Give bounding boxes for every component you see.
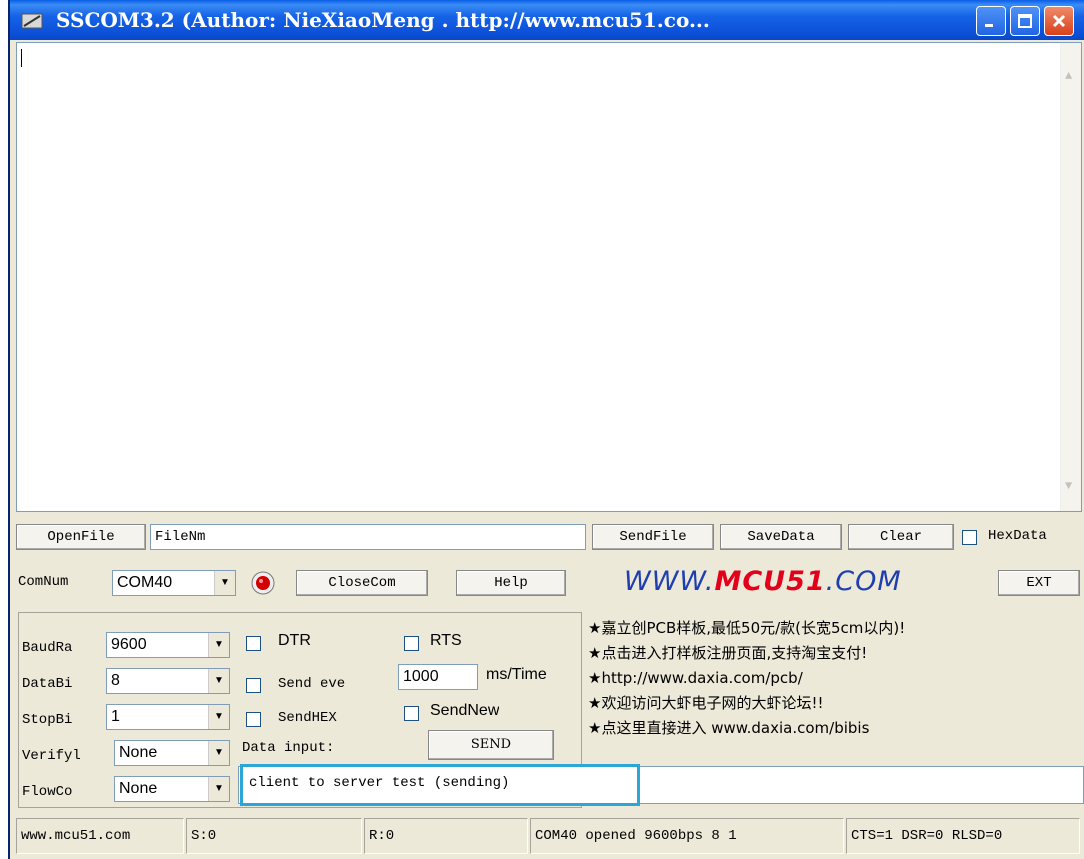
send-file-button[interactable]: SendFile xyxy=(592,524,714,550)
chevron-down-icon[interactable]: ▼ xyxy=(208,633,229,657)
chevron-down-icon[interactable]: ▼ xyxy=(208,669,229,693)
scroll-up-icon[interactable]: ▲ xyxy=(1065,69,1072,83)
send-new-checkbox[interactable] xyxy=(404,706,419,721)
stop-bits-select[interactable]: 1 ▼ xyxy=(106,704,230,730)
window-title: SSCOM3.2 (Author: NieXiaoMeng . http://w… xyxy=(56,8,710,32)
save-data-button[interactable]: SaveData xyxy=(720,524,842,550)
rts-label: RTS xyxy=(430,632,462,649)
baud-rate-value: 9600 xyxy=(111,636,147,653)
chevron-down-icon[interactable]: ▼ xyxy=(208,741,229,765)
status-sent-count: S:0 xyxy=(186,818,362,854)
verify-select[interactable]: None ▼ xyxy=(114,740,230,766)
chevron-down-icon[interactable]: ▼ xyxy=(208,777,229,801)
chevron-down-icon[interactable]: ▼ xyxy=(208,705,229,729)
close-icon xyxy=(1052,14,1066,28)
status-bar: www.mcu51.com S:0 R:0 COM40 opened 9600b… xyxy=(16,818,1082,856)
interval-unit-label: ms/Time xyxy=(486,666,547,683)
verify-label: Verifyl xyxy=(22,748,81,764)
minimize-icon xyxy=(985,24,993,27)
chevron-down-icon[interactable]: ▼ xyxy=(214,571,235,595)
send-interval-input[interactable]: 1000 xyxy=(398,664,478,690)
status-site: www.mcu51.com xyxy=(16,818,184,854)
data-input-highlight[interactable]: client to server test (sending) xyxy=(240,764,640,806)
com-num-label: ComNum xyxy=(18,574,69,590)
ad-line[interactable]: ★http://www.daxia.com/pcb/ xyxy=(588,666,1084,691)
status-signals: CTS=1 DSR=0 RLSD=0 xyxy=(846,818,1080,854)
ad-line[interactable]: ★点击进入打样板注册页面,支持淘宝支付! xyxy=(588,641,1084,666)
hex-data-label: HexData xyxy=(988,528,1047,544)
title-bar[interactable]: SSCOM3.2 (Author: NieXiaoMeng . http://w… xyxy=(10,0,1084,40)
status-port: COM40 opened 9600bps 8 1 xyxy=(530,818,844,854)
com-num-select[interactable]: COM40 ▼ xyxy=(112,570,236,596)
dtr-label: DTR xyxy=(278,632,311,649)
data-input-label: Data input: xyxy=(242,740,335,756)
send-button[interactable]: SEND xyxy=(428,730,554,760)
ad-line[interactable]: ★欢迎访问大虾电子网的大虾论坛!! xyxy=(588,691,1084,716)
status-received-count: R:0 xyxy=(364,818,528,854)
rts-checkbox[interactable] xyxy=(404,636,419,651)
maximize-button[interactable] xyxy=(1010,6,1040,36)
clear-button[interactable]: Clear xyxy=(848,524,954,550)
maximize-icon xyxy=(1018,14,1032,28)
data-bits-value: 8 xyxy=(111,672,120,689)
flow-control-label: FlowCo xyxy=(22,784,73,800)
ad-line[interactable]: ★嘉立创PCB样板,最低50元/款(长宽5cm以内)! xyxy=(588,616,1084,641)
brand-name: MCU51 xyxy=(714,566,826,597)
ext-button[interactable]: EXT xyxy=(998,570,1080,596)
close-com-button[interactable]: CloseCom xyxy=(296,570,428,596)
port-status-indicator-icon xyxy=(251,571,275,595)
flow-control-value: None xyxy=(119,780,158,797)
receive-output-area[interactable]: ▲ ▼ xyxy=(16,42,1082,512)
ad-line[interactable]: ★点这里直接进入 www.daxia.com/bibis xyxy=(588,716,1084,741)
open-file-button[interactable]: OpenFile xyxy=(16,524,146,550)
help-button[interactable]: Help xyxy=(456,570,566,596)
hex-data-checkbox[interactable] xyxy=(962,530,977,545)
scroll-down-icon[interactable]: ▼ xyxy=(1065,479,1072,493)
stop-bits-label: StopBi xyxy=(22,712,73,728)
flow-control-select[interactable]: None ▼ xyxy=(114,776,230,802)
send-every-label: Send eve xyxy=(278,676,346,692)
brand-prefix: WWW. xyxy=(624,566,715,597)
close-window-button[interactable] xyxy=(1044,6,1074,36)
data-bits-select[interactable]: 8 ▼ xyxy=(106,668,230,694)
brand-suffix: .COM xyxy=(825,566,902,597)
baud-rate-label: BaudRa xyxy=(22,640,73,656)
send-every-checkbox[interactable] xyxy=(246,678,261,693)
ad-panel[interactable]: ★嘉立创PCB样板,最低50元/款(长宽5cm以内)! ★点击进入打样板注册页面… xyxy=(588,616,1084,741)
send-new-label: SendNew xyxy=(430,702,500,719)
data-input-field[interactable]: client to server test (sending) xyxy=(249,775,509,791)
stop-bits-value: 1 xyxy=(111,708,120,725)
send-hex-label: SendHEX xyxy=(278,710,337,726)
baud-rate-select[interactable]: 9600 ▼ xyxy=(106,632,230,658)
verify-value: None xyxy=(119,744,158,761)
data-bits-label: DataBi xyxy=(22,676,73,692)
text-caret xyxy=(21,49,22,67)
com-num-value: COM40 xyxy=(117,574,173,591)
dtr-checkbox[interactable] xyxy=(246,636,261,651)
app-window: SSCOM3.2 (Author: NieXiaoMeng . http://w… xyxy=(8,0,1084,859)
output-scrollbar[interactable]: ▲ ▼ xyxy=(1060,43,1081,511)
send-hex-checkbox[interactable] xyxy=(246,712,261,727)
brand-link[interactable]: WWW.MCU51.COM xyxy=(624,566,902,597)
minimize-button[interactable] xyxy=(976,6,1006,36)
app-icon xyxy=(21,13,43,29)
file-name-field[interactable]: FileNm xyxy=(150,524,586,550)
